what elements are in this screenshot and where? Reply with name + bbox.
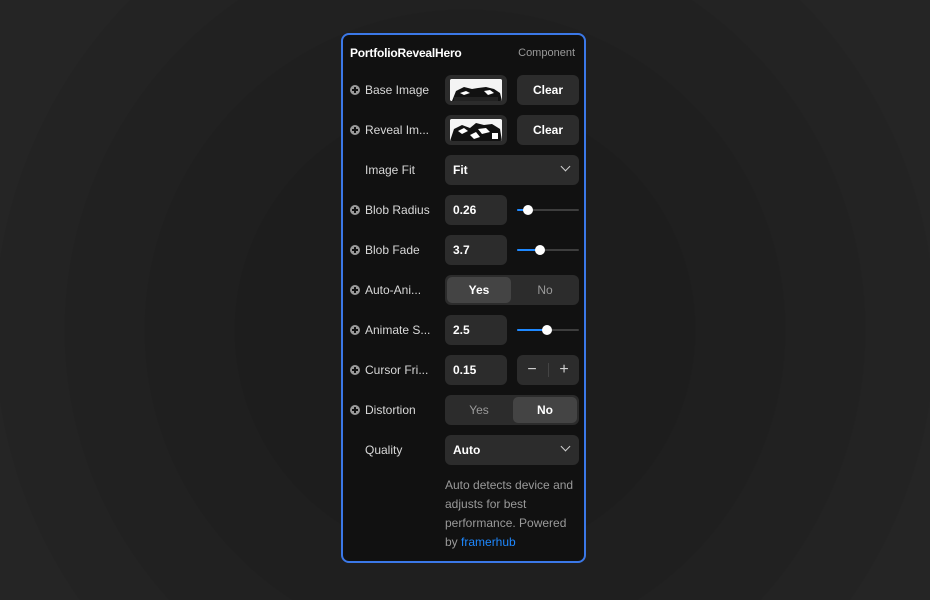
plus-circle-icon[interactable] xyxy=(350,205,360,215)
row-auto-animate: Auto-Ani... Yes No xyxy=(343,275,584,305)
row-quality: Quality Auto xyxy=(343,435,584,465)
image-fit-value: Fit xyxy=(453,163,468,177)
properties-panel: PortfolioRevealHero Component Base Image… xyxy=(341,33,586,563)
blob-fade-slider[interactable] xyxy=(517,235,579,265)
blob-radius-value: 0.26 xyxy=(453,203,477,217)
distortion-no-option[interactable]: No xyxy=(513,397,577,423)
base-image-label: Base Image xyxy=(365,83,430,97)
blob-radius-label: Blob Radius xyxy=(365,203,430,217)
plus-circle-icon[interactable] xyxy=(350,245,360,255)
blob-fade-value: 3.7 xyxy=(453,243,470,257)
cursor-friction-label: Cursor Fri... xyxy=(365,363,429,377)
plus-circle-icon[interactable] xyxy=(350,125,360,135)
reveal-image-label: Reveal Im... xyxy=(365,123,430,137)
base-image-thumbnail xyxy=(450,79,502,101)
plus-circle-icon[interactable] xyxy=(350,325,360,335)
blob-radius-slider[interactable] xyxy=(517,195,579,225)
slider-handle[interactable] xyxy=(523,205,533,215)
plus-circle-icon[interactable] xyxy=(350,85,360,95)
row-base-image: Base Image Clear xyxy=(343,75,584,105)
framerhub-link[interactable]: framerhub xyxy=(461,535,516,549)
auto-animate-yes-option[interactable]: Yes xyxy=(447,277,511,303)
base-image-clear-button[interactable]: Clear xyxy=(517,75,579,105)
panel-header: PortfolioRevealHero Component xyxy=(350,44,575,62)
cursor-friction-value: 0.15 xyxy=(453,363,477,377)
increment-button[interactable]: + xyxy=(549,355,579,385)
cursor-friction-input[interactable]: 0.15 xyxy=(445,355,507,385)
quality-dropdown[interactable]: Auto xyxy=(445,435,579,465)
row-distortion: Distortion Yes No xyxy=(343,395,584,425)
reveal-image-clear-button[interactable]: Clear xyxy=(517,115,579,145)
row-reveal-image: Reveal Im... Clear xyxy=(343,115,584,145)
distortion-yes-option[interactable]: Yes xyxy=(447,397,511,423)
row-image-fit: Image Fit Fit xyxy=(343,155,584,185)
auto-animate-no-option[interactable]: No xyxy=(513,277,577,303)
image-fit-label: Image Fit xyxy=(365,163,416,177)
panel-subtitle: Component xyxy=(518,47,575,59)
reveal-image-thumbnail xyxy=(450,119,502,141)
blob-fade-label: Blob Fade xyxy=(365,243,420,257)
plus-circle-icon[interactable] xyxy=(350,405,360,415)
row-blob-fade: Blob Fade 3.7 xyxy=(343,235,584,265)
plus-circle-icon[interactable] xyxy=(350,365,360,375)
reveal-image-picker[interactable] xyxy=(445,115,507,145)
quality-value: Auto xyxy=(453,443,481,457)
distortion-label: Distortion xyxy=(365,403,416,417)
chevron-down-icon xyxy=(560,161,571,172)
quality-label: Quality xyxy=(365,443,403,457)
slider-handle[interactable] xyxy=(535,245,545,255)
cursor-friction-stepper: − + xyxy=(517,355,579,385)
image-fit-dropdown[interactable]: Fit xyxy=(445,155,579,185)
description-text: Auto detects device and adjusts for best… xyxy=(445,476,581,552)
row-cursor-friction: Cursor Fri... 0.15 − + xyxy=(343,355,584,385)
blob-fade-input[interactable]: 3.7 xyxy=(445,235,507,265)
decrement-button[interactable]: − xyxy=(517,355,547,385)
base-image-picker[interactable] xyxy=(445,75,507,105)
animate-speed-input[interactable]: 2.5 xyxy=(445,315,507,345)
chevron-down-icon xyxy=(560,441,571,452)
animate-speed-value: 2.5 xyxy=(453,323,470,337)
panel-title: PortfolioRevealHero xyxy=(350,46,462,60)
slider-handle[interactable] xyxy=(542,325,552,335)
animate-speed-slider[interactable] xyxy=(517,315,579,345)
row-animate-speed: Animate S... 2.5 xyxy=(343,315,584,345)
auto-animate-toggle: Yes No xyxy=(445,275,579,305)
blob-radius-input[interactable]: 0.26 xyxy=(445,195,507,225)
auto-animate-label: Auto-Ani... xyxy=(365,283,422,297)
row-blob-radius: Blob Radius 0.26 xyxy=(343,195,584,225)
plus-circle-icon[interactable] xyxy=(350,285,360,295)
animate-speed-label: Animate S... xyxy=(365,323,431,337)
distortion-toggle: Yes No xyxy=(445,395,579,425)
